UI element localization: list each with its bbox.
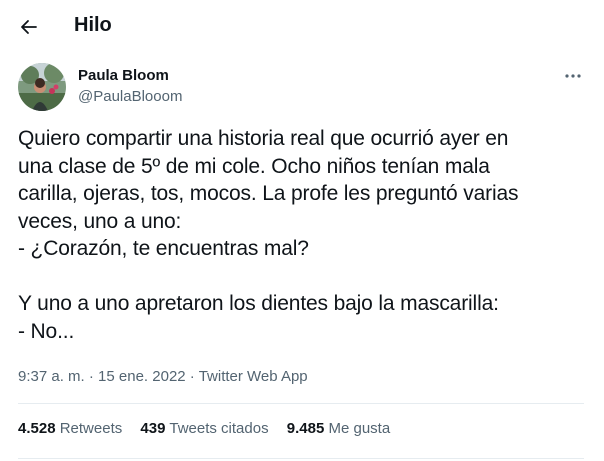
arrow-left-icon (21, 20, 37, 34)
more-horizontal-icon (565, 74, 581, 78)
meta-separator: · (185, 368, 199, 385)
avatar-photo (18, 63, 66, 111)
likes-stat[interactable]: 9.485 Me gusta (287, 420, 390, 438)
tweet-time[interactable]: 9:37 a. m. (18, 368, 85, 385)
quotes-stat[interactable]: 439 Tweets citados (140, 420, 268, 438)
tweet-stats: 4.528 Retweets 439 Tweets citados 9.485 … (18, 420, 404, 438)
retweets-label: Retweets (59, 420, 123, 437)
divider (18, 403, 584, 404)
likes-count: 9.485 (286, 420, 325, 437)
page-title: Hilo (74, 14, 112, 36)
meta-separator: · (84, 368, 99, 385)
retweets-count: 4.528 (18, 420, 56, 437)
divider (18, 458, 584, 459)
author-name[interactable]: Paula Bloom (78, 67, 169, 85)
author-handle[interactable]: @PaulaBlooom (78, 88, 182, 106)
avatar[interactable] (18, 63, 66, 111)
quotes-label: Tweets citados (169, 420, 269, 437)
back-button[interactable] (14, 12, 44, 42)
likes-label: Me gusta (328, 420, 391, 437)
retweets-stat[interactable]: 4.528 Retweets (18, 420, 122, 438)
quotes-count: 439 (140, 420, 166, 437)
tweet-text: Quiero compartir una historia real que o… (18, 127, 519, 343)
tweet-meta: 9:37 a. m. · 15 ene. 2022 · Twitter Web … (18, 368, 308, 386)
thread-header: Hilo (0, 0, 604, 53)
tweet-source[interactable]: Twitter Web App (199, 368, 308, 385)
more-options-button[interactable] (558, 64, 588, 88)
tweet-date[interactable]: 15 ene. 2022 (98, 368, 186, 385)
